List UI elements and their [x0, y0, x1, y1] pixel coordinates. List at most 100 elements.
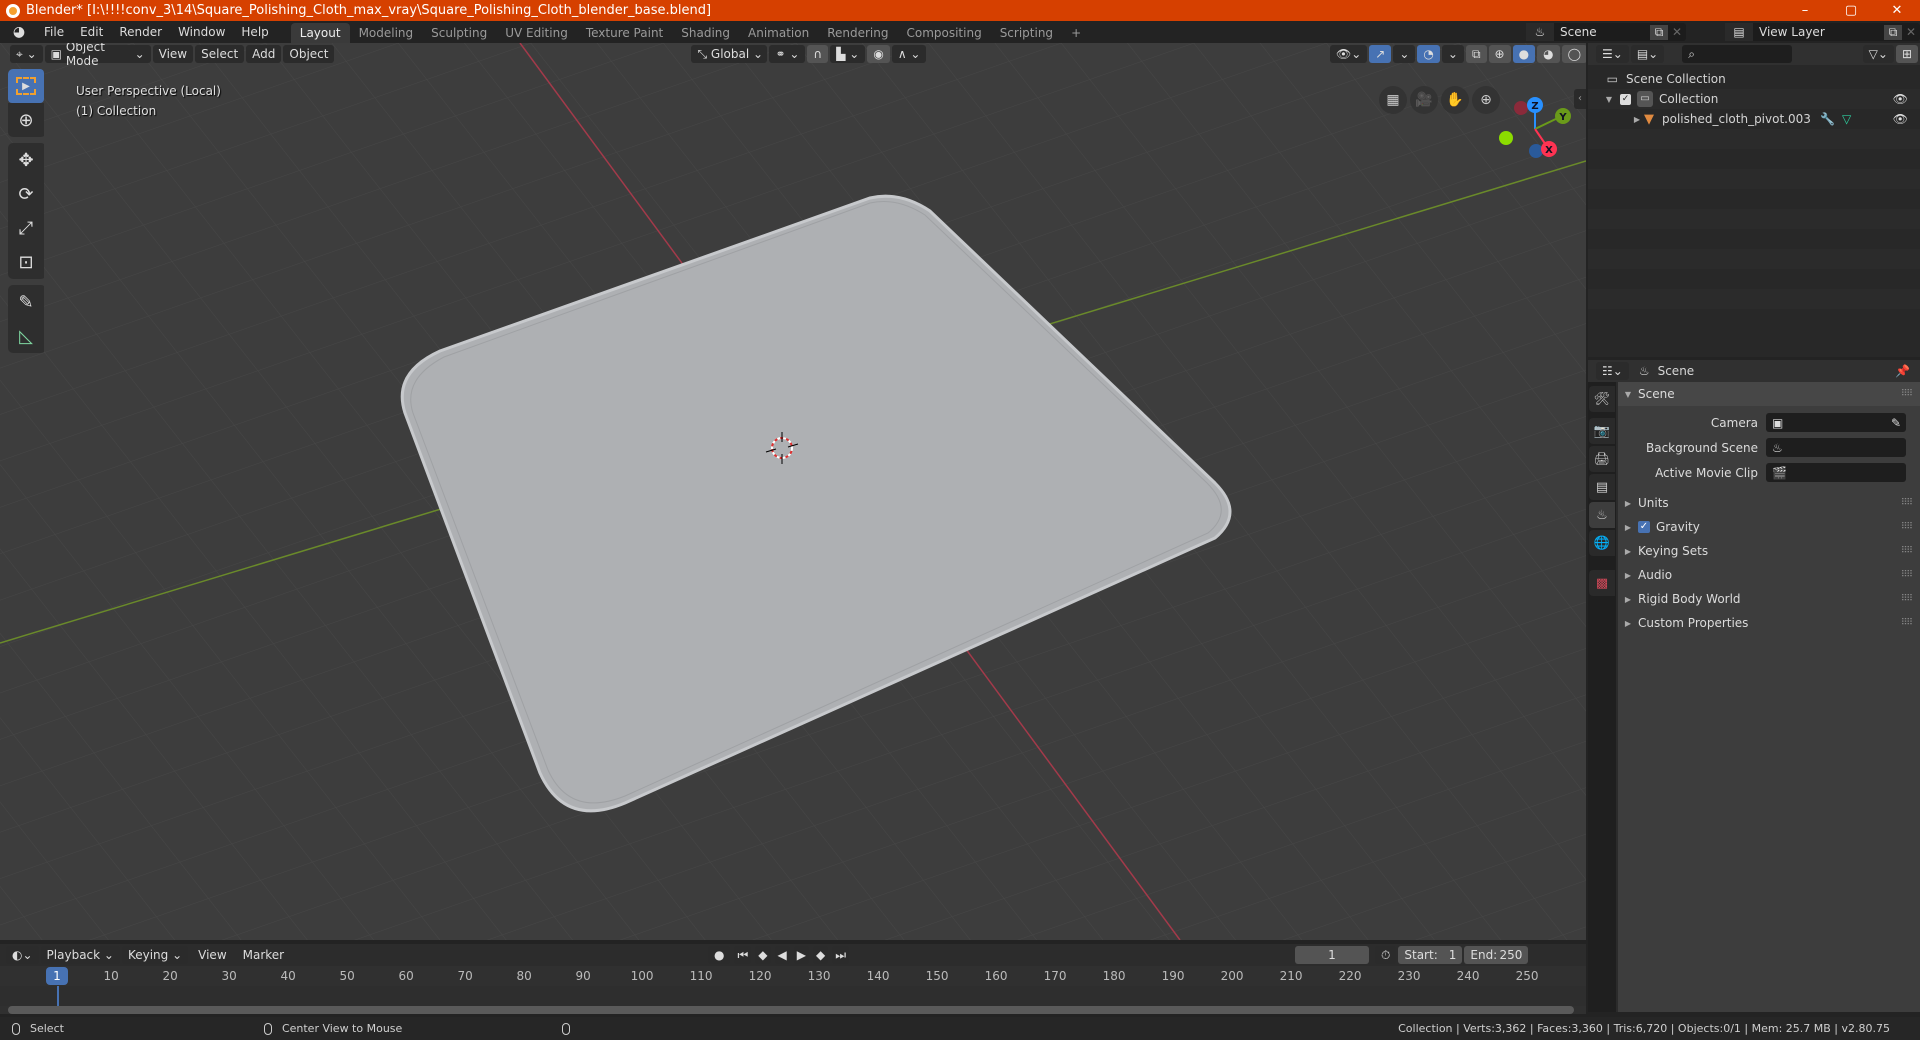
play-button[interactable]: ▶ — [793, 946, 809, 964]
tab-animation[interactable]: Animation — [739, 23, 818, 43]
frame-ruler[interactable]: 10 20 30 40 50 60 70 80 90 100 110 120 130 140 150 160 1… — [0, 966, 1586, 986]
menu-help[interactable]: Help — [233, 21, 276, 43]
overlay-toggle[interactable]: ◔ — [1417, 45, 1440, 63]
keying-menu[interactable]: Keying ⌄ — [121, 946, 189, 964]
delete-scene-icon[interactable]: ✕ — [1668, 25, 1686, 39]
menu-render[interactable]: Render — [111, 21, 170, 43]
tab-tool[interactable]: 🛠 — [1589, 386, 1615, 412]
timeline-editor-type[interactable]: ◐ ⌄ — [6, 946, 39, 964]
maximize-button[interactable]: ▢ — [1828, 0, 1874, 21]
modifier-wrench-icon[interactable]: 🔧 — [1820, 112, 1835, 126]
playhead[interactable]: 1 — [46, 967, 68, 985]
3d-viewport[interactable]: ⌖ ⌄ ▣ Object Mode ⌄ View Select Add Obje… — [0, 43, 1586, 940]
new-scene-icon[interactable]: ⧉ — [1650, 24, 1668, 40]
solid-shading-button[interactable]: ● — [1512, 45, 1536, 63]
new-collection-button[interactable]: ⊞ — [1895, 45, 1918, 63]
delete-view-layer-icon[interactable]: ✕ — [1902, 25, 1920, 39]
collection-visibility-icon[interactable]: 👁 — [1893, 92, 1908, 106]
play-reverse-button[interactable]: ◀ — [774, 946, 790, 964]
next-keyframe-button[interactable]: ◆ — [813, 946, 829, 964]
units-panel-header[interactable]: ▶ Units ⠿⠿ — [1618, 491, 1920, 515]
proportional-edit-toggle[interactable]: ◉ — [867, 45, 890, 63]
minimize-button[interactable]: – — [1782, 0, 1828, 21]
neg-z-handle[interactable] — [1529, 144, 1543, 158]
preview-range-toggle[interactable]: ⏱ — [1375, 946, 1397, 964]
current-frame-field[interactable]: 1 — [1295, 946, 1369, 964]
tab-modeling[interactable]: Modeling — [350, 23, 423, 43]
mode-dropdown[interactable]: ▣ Object Mode ⌄ — [44, 43, 151, 68]
rigid-body-world-panel-header[interactable]: ▶ Rigid Body World ⠿⠿ — [1618, 587, 1920, 611]
tab-layout[interactable]: Layout — [290, 23, 350, 43]
navigation-gizmo[interactable]: Z Y X — [1490, 83, 1580, 203]
blender-menu-icon[interactable]: ◕ — [10, 23, 28, 41]
annotate-tool[interactable]: ✎ — [8, 285, 44, 319]
tab-render[interactable]: 📷 — [1589, 418, 1615, 444]
visibility-dropdown[interactable]: 👁 ⌄ — [1330, 45, 1368, 63]
jump-start-button[interactable]: ⏮ — [734, 946, 752, 964]
drag-handle-icon[interactable]: ⠿⠿ — [1901, 618, 1913, 628]
falloff-dropdown[interactable]: ∧ ⌄ — [891, 45, 927, 63]
tab-view-layer[interactable]: ▤ — [1589, 474, 1615, 500]
close-button[interactable]: ✕ — [1874, 0, 1920, 21]
outliner-row-scene-collection[interactable]: ▭ Scene Collection — [1588, 69, 1920, 89]
keyframe-area[interactable] — [0, 986, 1586, 1006]
pin-icon[interactable]: 📌 — [1895, 364, 1910, 378]
object-menu[interactable]: Object — [283, 45, 335, 63]
scale-tool[interactable]: ⤢ — [8, 211, 44, 245]
rendered-shading-button[interactable]: ◯ — [1561, 45, 1586, 63]
tab-output[interactable]: 🖨 — [1589, 446, 1615, 472]
tab-shading[interactable]: Shading — [672, 23, 739, 43]
gravity-panel-header[interactable]: ▶ ✓ Gravity ⠿⠿ — [1618, 515, 1920, 539]
select-box-tool[interactable]: ▶ — [8, 69, 44, 103]
record-button[interactable]: ● — [708, 946, 731, 964]
gizmo-toggle[interactable]: ↗ — [1369, 45, 1392, 63]
wireframe-shading-button[interactable]: ⊕ — [1488, 45, 1511, 63]
transform-tool[interactable]: ⊡ — [8, 245, 44, 279]
gizmo-dropdown[interactable]: ⌄ — [1393, 45, 1416, 63]
properties-editor-type[interactable]: ☷ ⌄ — [1596, 362, 1629, 380]
object-expand-arrow-icon[interactable]: ▶ — [1588, 115, 1640, 124]
end-frame-field[interactable]: End: 250 — [1464, 946, 1529, 964]
drag-handle-icon[interactable]: ⠿⠿ — [1901, 570, 1913, 580]
mesh-data-icon[interactable]: ▽ — [1842, 112, 1851, 126]
select-menu[interactable]: Select — [195, 45, 245, 63]
tab-sculpting[interactable]: Sculpting — [422, 23, 496, 43]
menu-edit[interactable]: Edit — [72, 21, 111, 43]
outliner-row-collection[interactable]: ▼ ✓ ▭ Collection 👁 — [1588, 89, 1920, 109]
outliner-search-input[interactable]: ⌕ — [1682, 45, 1793, 63]
collection-checkbox[interactable]: ✓ — [1620, 93, 1631, 105]
snap-toggle[interactable]: ∩ — [807, 45, 829, 63]
orientation-dropdown[interactable]: ⤡ Global ⌄ — [691, 45, 768, 63]
audio-panel-header[interactable]: ▶ Audio ⠿⠿ — [1618, 563, 1920, 587]
menu-file[interactable]: File — [36, 21, 72, 43]
tab-texture[interactable]: ▩ — [1589, 570, 1615, 596]
tab-uv-editing[interactable]: UV Editing — [496, 23, 577, 43]
scene-panel-header[interactable]: ▼ Scene ⠿⠿ — [1618, 382, 1920, 406]
timeline-view-menu[interactable]: View — [190, 944, 234, 966]
drag-handle-icon[interactable]: ⠿⠿ — [1901, 522, 1913, 532]
add-workspace-button[interactable]: + — [1062, 23, 1090, 43]
drag-handle-icon[interactable]: ⠿⠿ — [1901, 546, 1913, 556]
playback-menu[interactable]: Playback ⌄ — [40, 946, 120, 964]
pan-view-button[interactable]: ✋ — [1441, 86, 1469, 114]
snap-dropdown[interactable]: ▙ ⌄ — [830, 45, 866, 63]
tab-rendering[interactable]: Rendering — [818, 23, 897, 43]
start-frame-field[interactable]: Start: 1 — [1398, 946, 1463, 964]
cursor-tool[interactable]: ⊕ — [8, 103, 44, 137]
keying-sets-panel-header[interactable]: ▶ Keying Sets ⠿⠿ — [1618, 539, 1920, 563]
eyedropper-icon[interactable]: ✎ — [1891, 416, 1901, 430]
timeline-scrollbar[interactable] — [8, 1006, 1574, 1014]
background-scene-field[interactable]: ♨ — [1766, 438, 1906, 457]
marker-menu[interactable]: Marker — [235, 944, 292, 966]
drag-handle-icon[interactable]: ⠿⠿ — [1901, 498, 1913, 508]
drag-handle-icon[interactable]: ⠿⠿ — [1901, 389, 1913, 399]
move-tool[interactable]: ✥ — [8, 143, 44, 177]
add-menu[interactable]: Add — [246, 45, 282, 63]
drag-handle-icon[interactable]: ⠿⠿ — [1901, 594, 1913, 604]
outliner-row-object[interactable]: ▶ ▼ polished_cloth_pivot.003 🔧 ▽ 👁 — [1588, 109, 1920, 129]
gravity-checkbox[interactable]: ✓ — [1638, 521, 1650, 533]
tab-scripting[interactable]: Scripting — [991, 23, 1062, 43]
custom-properties-panel-header[interactable]: ▶ Custom Properties ⠿⠿ — [1618, 611, 1920, 635]
xray-toggle[interactable]: ⧉ — [1465, 45, 1487, 63]
jump-end-button[interactable]: ⏭ — [832, 946, 850, 964]
